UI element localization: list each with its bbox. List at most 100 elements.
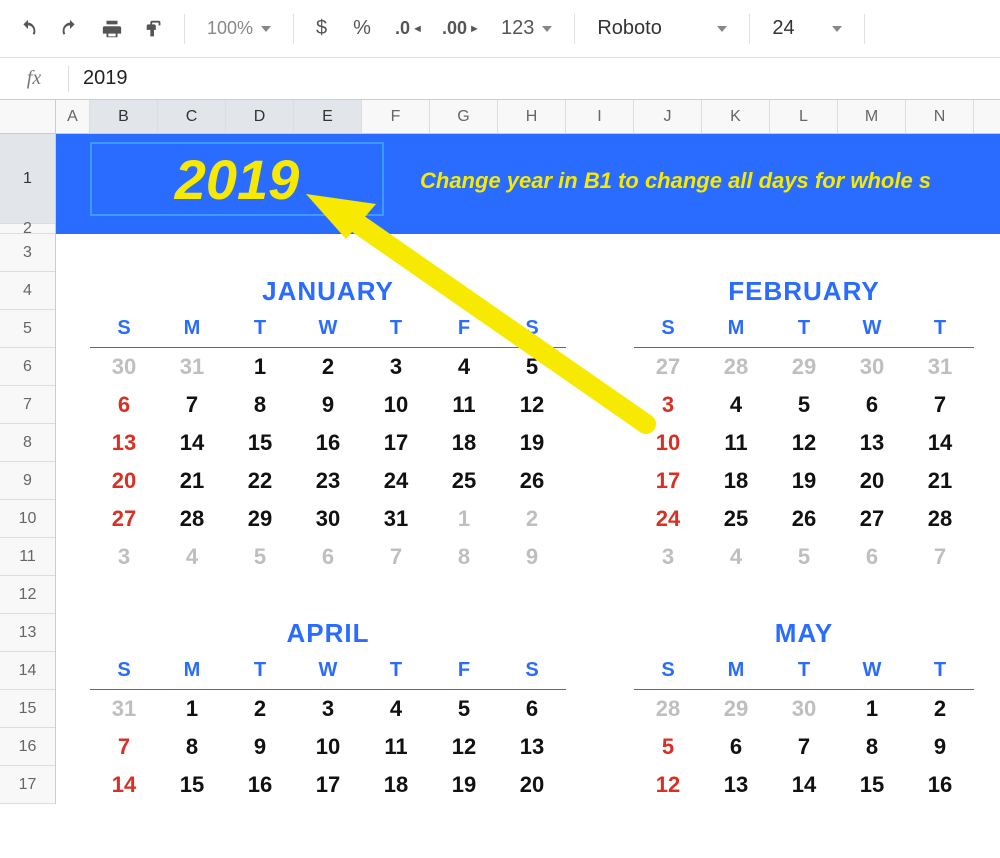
row-header-16[interactable]: 16 bbox=[0, 728, 55, 766]
column-header-E[interactable]: E bbox=[294, 100, 362, 133]
increase-decimal-button[interactable]: .00► bbox=[437, 11, 485, 47]
calendar-day[interactable]: 2 bbox=[498, 500, 566, 538]
calendar-day[interactable]: 12 bbox=[634, 766, 702, 804]
calendar-day[interactable]: 9 bbox=[226, 728, 294, 766]
row-header-7[interactable]: 7 bbox=[0, 386, 55, 424]
calendar-day[interactable]: 2 bbox=[226, 690, 294, 728]
calendar-day[interactable]: 18 bbox=[362, 766, 430, 804]
redo-button[interactable] bbox=[52, 11, 88, 47]
column-header-I[interactable]: I bbox=[566, 100, 634, 133]
column-header-C[interactable]: C bbox=[158, 100, 226, 133]
currency-button[interactable]: $ bbox=[306, 11, 337, 47]
calendar-day[interactable]: 6 bbox=[838, 538, 906, 576]
calendar-day[interactable]: 6 bbox=[702, 728, 770, 766]
calendar-day[interactable]: 5 bbox=[226, 538, 294, 576]
undo-button[interactable] bbox=[10, 11, 46, 47]
calendar-day[interactable]: 11 bbox=[702, 424, 770, 462]
calendar-day[interactable]: 11 bbox=[362, 728, 430, 766]
calendar-day[interactable]: 20 bbox=[498, 766, 566, 804]
calendar-day[interactable]: 7 bbox=[158, 386, 226, 424]
calendar-day[interactable]: 12 bbox=[498, 386, 566, 424]
row-header-4[interactable]: 4 bbox=[0, 272, 55, 310]
calendar-day[interactable]: 21 bbox=[158, 462, 226, 500]
calendar-day[interactable]: 19 bbox=[770, 462, 838, 500]
calendar-day[interactable]: 7 bbox=[362, 538, 430, 576]
calendar-day[interactable]: 4 bbox=[362, 690, 430, 728]
row-header-12[interactable]: 12 bbox=[0, 576, 55, 614]
column-header-B[interactable]: B bbox=[90, 100, 158, 133]
row-header-5[interactable]: 5 bbox=[0, 310, 55, 348]
calendar-day[interactable]: 6 bbox=[90, 386, 158, 424]
calendar-day[interactable]: 17 bbox=[634, 462, 702, 500]
zoom-dropdown[interactable]: 100% bbox=[197, 11, 281, 47]
calendar-day[interactable]: 16 bbox=[294, 424, 362, 462]
calendar-day[interactable]: 13 bbox=[498, 728, 566, 766]
print-button[interactable] bbox=[94, 11, 130, 47]
calendar-day[interactable]: 5 bbox=[430, 690, 498, 728]
calendar-day[interactable]: 9 bbox=[294, 386, 362, 424]
row-header-2[interactable]: 2 bbox=[0, 224, 55, 234]
column-header-M[interactable]: M bbox=[838, 100, 906, 133]
formula-input[interactable]: 2019 bbox=[69, 67, 1000, 90]
percent-button[interactable]: % bbox=[343, 11, 381, 47]
calendar-day[interactable]: 29 bbox=[226, 500, 294, 538]
cells-area[interactable]: 2019 Change year in B1 to change all day… bbox=[56, 134, 1000, 804]
calendar-day[interactable]: 8 bbox=[158, 728, 226, 766]
calendar-day[interactable]: 19 bbox=[498, 424, 566, 462]
calendar-day[interactable]: 3 bbox=[634, 386, 702, 424]
column-header-A[interactable]: A bbox=[56, 100, 90, 133]
select-all-corner[interactable] bbox=[0, 100, 56, 133]
calendar-day[interactable]: 20 bbox=[90, 462, 158, 500]
calendar-day[interactable]: 27 bbox=[634, 348, 702, 386]
row-header-6[interactable]: 6 bbox=[0, 348, 55, 386]
calendar-day[interactable]: 10 bbox=[634, 424, 702, 462]
calendar-day[interactable]: 9 bbox=[498, 538, 566, 576]
calendar-day[interactable]: 29 bbox=[702, 690, 770, 728]
calendar-day[interactable]: 28 bbox=[634, 690, 702, 728]
calendar-day[interactable]: 29 bbox=[770, 348, 838, 386]
calendar-day[interactable]: 30 bbox=[770, 690, 838, 728]
column-header-N[interactable]: N bbox=[906, 100, 974, 133]
calendar-day[interactable]: 19 bbox=[430, 766, 498, 804]
column-header-D[interactable]: D bbox=[226, 100, 294, 133]
calendar-day[interactable]: 7 bbox=[770, 728, 838, 766]
calendar-day[interactable]: 13 bbox=[702, 766, 770, 804]
calendar-day[interactable]: 3 bbox=[362, 348, 430, 386]
calendar-day[interactable]: 20 bbox=[838, 462, 906, 500]
calendar-day[interactable]: 31 bbox=[362, 500, 430, 538]
calendar-day[interactable]: 14 bbox=[90, 766, 158, 804]
calendar-day[interactable]: 9 bbox=[906, 728, 974, 766]
calendar-day[interactable]: 30 bbox=[838, 348, 906, 386]
calendar-day[interactable]: 4 bbox=[430, 348, 498, 386]
calendar-day[interactable]: 7 bbox=[906, 538, 974, 576]
column-header-F[interactable]: F bbox=[362, 100, 430, 133]
calendar-day[interactable]: 28 bbox=[702, 348, 770, 386]
calendar-day[interactable]: 23 bbox=[294, 462, 362, 500]
calendar-day[interactable]: 7 bbox=[90, 728, 158, 766]
calendar-day[interactable]: 28 bbox=[906, 500, 974, 538]
calendar-day[interactable]: 24 bbox=[634, 500, 702, 538]
row-header-9[interactable]: 9 bbox=[0, 462, 55, 500]
calendar-day[interactable]: 7 bbox=[906, 386, 974, 424]
decrease-decimal-button[interactable]: .0◄ bbox=[387, 11, 431, 47]
calendar-day[interactable]: 2 bbox=[906, 690, 974, 728]
row-header-8[interactable]: 8 bbox=[0, 424, 55, 462]
calendar-day[interactable]: 8 bbox=[430, 538, 498, 576]
calendar-day[interactable]: 8 bbox=[226, 386, 294, 424]
calendar-day[interactable]: 17 bbox=[362, 424, 430, 462]
calendar-day[interactable]: 31 bbox=[906, 348, 974, 386]
calendar-day[interactable]: 15 bbox=[838, 766, 906, 804]
calendar-day[interactable]: 27 bbox=[838, 500, 906, 538]
font-size-dropdown[interactable]: 24 bbox=[762, 11, 852, 47]
calendar-day[interactable]: 6 bbox=[294, 538, 362, 576]
row-header-3[interactable]: 3 bbox=[0, 234, 55, 272]
calendar-day[interactable]: 6 bbox=[498, 690, 566, 728]
calendar-day[interactable]: 31 bbox=[90, 690, 158, 728]
column-header-K[interactable]: K bbox=[702, 100, 770, 133]
calendar-day[interactable]: 25 bbox=[702, 500, 770, 538]
column-header-G[interactable]: G bbox=[430, 100, 498, 133]
font-dropdown[interactable]: Roboto bbox=[587, 11, 737, 47]
calendar-day[interactable]: 21 bbox=[906, 462, 974, 500]
column-header-H[interactable]: H bbox=[498, 100, 566, 133]
calendar-day[interactable]: 17 bbox=[294, 766, 362, 804]
